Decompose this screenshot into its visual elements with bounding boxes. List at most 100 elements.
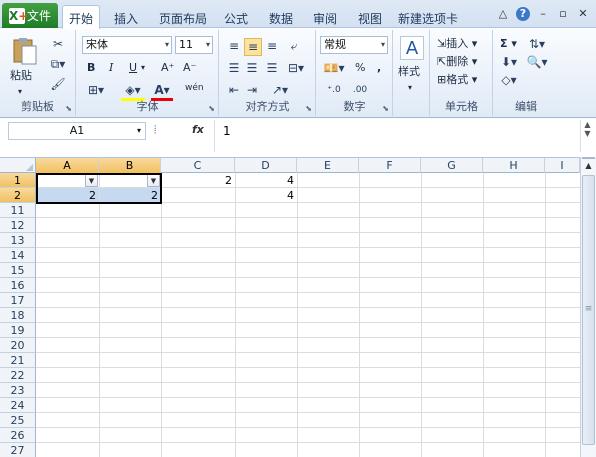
cut-icon[interactable]: ✂ (50, 36, 66, 52)
tab-new[interactable]: 新建选项卡 (395, 8, 461, 28)
styles-dropdown-icon[interactable]: ▾ (408, 80, 412, 96)
delete-cells-button[interactable]: ⇱删除 ▾ (437, 54, 477, 70)
decrease-decimal-icon[interactable]: .00 (349, 82, 371, 98)
wrap-text-icon[interactable]: ⤶ (286, 38, 302, 54)
help-icon[interactable]: ? (516, 7, 530, 21)
row-header-14[interactable]: 14 (0, 248, 36, 263)
tab-view[interactable]: 视图 (351, 8, 389, 28)
column-header-f[interactable]: F (359, 158, 421, 173)
increase-indent-icon[interactable]: ⇥ (244, 82, 260, 98)
paste-label[interactable]: 粘贴 (10, 68, 32, 84)
merge-center-icon[interactable]: ⊟▾ (284, 60, 308, 76)
row-header-27[interactable]: 27 (0, 443, 36, 457)
column-header-a[interactable]: A (36, 158, 99, 173)
row-header-15[interactable]: 15 (0, 263, 36, 278)
number-launcher-icon[interactable]: ⬊ (382, 104, 389, 113)
number-format-select[interactable]: 常规 ▾ (320, 36, 388, 54)
row-header-26[interactable]: 26 (0, 428, 36, 443)
column-header-g[interactable]: G (421, 158, 483, 173)
clipboard-launcher-icon[interactable]: ⬊ (65, 104, 72, 113)
clear-icon[interactable]: ◇▾ (498, 72, 520, 88)
row-header-11[interactable]: 11 (0, 203, 36, 218)
insert-cells-button[interactable]: ⇲插入 ▾ (437, 36, 477, 52)
bold-button[interactable]: B (87, 60, 95, 76)
tab-review[interactable]: 审阅 (306, 8, 344, 28)
select-all-corner[interactable] (0, 158, 36, 173)
align-center-icon[interactable]: ☰ (244, 60, 260, 76)
sort-filter-icon[interactable]: ⇅▾ (524, 36, 550, 52)
minimize-icon[interactable]: – (536, 7, 550, 21)
format-cells-button[interactable]: ⊞格式 ▾ (437, 72, 477, 88)
row-header-13[interactable]: 13 (0, 233, 36, 248)
styles-button[interactable]: 样式 (398, 64, 420, 80)
accounting-format-icon[interactable]: 💴▾ (321, 60, 347, 76)
orientation-icon[interactable]: ↗▾ (268, 82, 292, 98)
grow-font-button[interactable]: A⁺ (161, 60, 174, 76)
decrease-indent-icon[interactable]: ⇤ (226, 82, 242, 98)
paste-icon[interactable] (12, 36, 38, 66)
row-header-21[interactable]: 21 (0, 353, 36, 368)
row-header-22[interactable]: 22 (0, 368, 36, 383)
worksheet-grid[interactable]: ABCDEFGHI 2 4 2 2 4 ▼ ▼ 1 2 11 12 13 14 15 16 17… (0, 157, 580, 457)
row-header-12[interactable]: 12 (0, 218, 36, 233)
row-header-18[interactable]: 18 (0, 308, 36, 323)
cell-d2[interactable]: 4 (236, 188, 297, 203)
phonetic-button[interactable]: wén (185, 80, 204, 96)
cell-c1[interactable]: 2 (162, 173, 235, 188)
cell-d1[interactable]: 4 (236, 173, 297, 188)
align-bottom-icon[interactable]: ≡ (264, 38, 280, 54)
insert-function-icon[interactable]: fx (192, 122, 204, 138)
tab-page-layout[interactable]: 页面布局 (155, 8, 211, 28)
column-header-e[interactable]: E (297, 158, 359, 173)
styles-icon[interactable]: A (400, 36, 424, 60)
scroll-up-icon[interactable]: ▲ (582, 159, 595, 173)
restore-icon[interactable]: ▫ (556, 7, 570, 21)
vertical-scrollbar[interactable]: ▲ (580, 157, 596, 457)
italic-button[interactable]: I (109, 60, 113, 76)
column-header-c[interactable]: C (161, 158, 235, 173)
copy-icon[interactable]: ⧉▾ (48, 56, 68, 72)
shrink-font-button[interactable]: A⁻ (183, 60, 196, 76)
format-painter-icon[interactable]: 🖌 (50, 76, 66, 92)
row-header-25[interactable]: 25 (0, 413, 36, 428)
column-header-b[interactable]: B (99, 158, 161, 173)
formula-input[interactable]: 1 (214, 120, 578, 152)
row-header-2[interactable]: 2 (0, 188, 36, 203)
row-header-19[interactable]: 19 (0, 323, 36, 338)
formula-bar-expand-icon[interactable]: ▲ ▼ (580, 120, 594, 152)
percent-button[interactable]: % (355, 60, 365, 76)
align-middle-icon[interactable]: ≡ (244, 38, 262, 56)
collapse-ribbon-icon[interactable]: △ (496, 7, 510, 21)
comma-button[interactable]: , (377, 60, 381, 76)
column-header-d[interactable]: D (235, 158, 297, 173)
row-header-16[interactable]: 16 (0, 278, 36, 293)
scroll-thumb[interactable] (582, 175, 595, 445)
align-left-icon[interactable]: ☰ (226, 60, 242, 76)
align-top-icon[interactable]: ≡ (226, 38, 242, 54)
column-header-h[interactable]: H (483, 158, 545, 173)
alignment-launcher-icon[interactable]: ⬊ (305, 104, 312, 113)
font-launcher-icon[interactable]: ⬊ (208, 104, 215, 113)
tab-insert[interactable]: 插入 (108, 8, 144, 28)
name-box[interactable]: A1 ▾ (8, 122, 146, 140)
column-header-i[interactable]: I (545, 158, 580, 173)
tab-home[interactable]: 开始 (62, 5, 100, 29)
font-name-select[interactable]: 宋体 ▾ (82, 36, 172, 54)
align-right-icon[interactable]: ☰ (264, 60, 280, 76)
fill-icon[interactable]: ⬇▾ (498, 54, 520, 70)
tab-formulas[interactable]: 公式 (218, 8, 254, 28)
row-header-24[interactable]: 24 (0, 398, 36, 413)
tab-file[interactable]: X+ 文件 (2, 3, 58, 28)
autosum-button[interactable]: Σ ▾ (500, 36, 517, 52)
increase-decimal-icon[interactable]: ⁺.0 (323, 82, 345, 98)
borders-icon[interactable]: ⊞▾ (85, 82, 107, 98)
underline-dropdown-icon[interactable]: ▾ (141, 60, 145, 76)
tab-data[interactable]: 数据 (262, 8, 300, 28)
row-header-17[interactable]: 17 (0, 293, 36, 308)
close-icon[interactable]: ✕ (576, 7, 590, 21)
find-select-icon[interactable]: 🔍▾ (524, 54, 550, 70)
underline-button[interactable]: U (129, 60, 137, 76)
row-header-23[interactable]: 23 (0, 383, 36, 398)
font-size-select[interactable]: 11 ▾ (175, 36, 213, 54)
row-header-1[interactable]: 1 (0, 173, 36, 188)
